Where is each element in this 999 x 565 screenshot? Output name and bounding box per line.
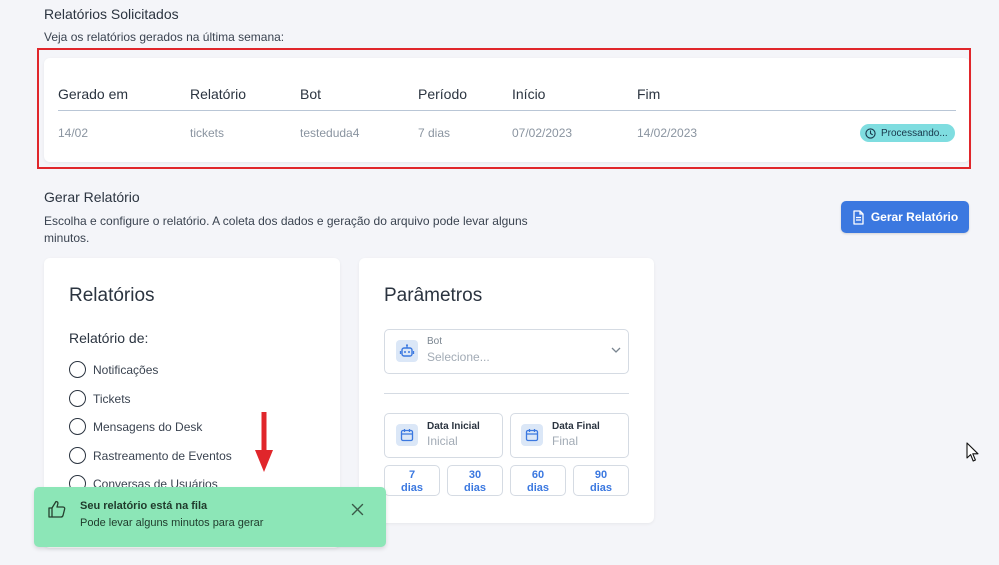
radio-button[interactable] xyxy=(69,390,86,407)
radio-option-tickets[interactable]: Tickets xyxy=(69,390,131,407)
quick-range-60-days[interactable]: 60 dias xyxy=(510,465,566,496)
radio-label: Rastreamento de Eventos xyxy=(93,448,232,463)
generate-report-button[interactable]: Gerar Relatório xyxy=(841,201,969,233)
document-icon xyxy=(853,209,864,225)
quick-range-number: 90 xyxy=(594,469,608,481)
generate-section-subtitle-1: Escolha e configure o relatório. A colet… xyxy=(44,214,528,228)
quick-range-unit: dias xyxy=(526,482,549,494)
chevron-down-icon[interactable] xyxy=(611,347,621,354)
calendar-icon xyxy=(521,424,543,446)
generate-section-title: Gerar Relatório xyxy=(44,189,140,205)
generate-section-subtitle-2: minutos. xyxy=(44,231,90,245)
quick-range-number: 30 xyxy=(468,469,482,481)
highlight-frame xyxy=(37,48,971,169)
radio-label: Notificações xyxy=(93,362,159,377)
cursor-icon xyxy=(966,442,979,462)
reports-card-title: Relatórios xyxy=(69,285,155,306)
start-date-placeholder: Inicial xyxy=(427,434,458,448)
generate-report-button-label: Gerar Relatório xyxy=(870,210,959,224)
radio-option-rastreamento-eventos[interactable]: Rastreamento de Eventos xyxy=(69,447,232,464)
down-arrow-icon xyxy=(255,412,273,472)
quick-range-30-days[interactable]: 30 dias xyxy=(447,465,503,496)
radio-option-notificacoes[interactable]: Notificações xyxy=(69,361,158,378)
requested-section-title: Relatórios Solicitados xyxy=(44,6,179,22)
robot-icon xyxy=(396,340,418,362)
quick-range-unit: dias xyxy=(589,482,612,494)
thumbs-up-icon xyxy=(48,500,66,518)
bot-select[interactable] xyxy=(384,329,629,374)
radio-label: Tickets xyxy=(93,391,131,406)
radio-button[interactable] xyxy=(69,418,86,435)
radio-label: Mensagens do Desk xyxy=(93,419,203,434)
report-type-label: Relatório de: xyxy=(69,330,149,346)
quick-range-90-days[interactable]: 90 dias xyxy=(573,465,629,496)
bot-select-label: Bot xyxy=(427,336,443,347)
end-date-label: Data Final xyxy=(552,421,600,432)
bot-select-placeholder: Selecione... xyxy=(427,350,490,364)
parameters-card-title: Parâmetros xyxy=(384,285,483,306)
requested-section-subtitle: Veja os relatórios gerados na última sem… xyxy=(44,30,285,44)
radio-button[interactable] xyxy=(69,447,86,464)
radio-option-mensagens-desk[interactable]: Mensagens do Desk xyxy=(69,418,202,435)
quick-range-number: 60 xyxy=(531,469,545,481)
quick-range-7-days[interactable]: 7 dias xyxy=(384,465,440,496)
parameters-divider xyxy=(384,393,629,394)
toast-message: Pode levar alguns minutos para gerar xyxy=(80,517,264,529)
start-date-label: Data Inicial xyxy=(427,421,480,432)
quick-range-number: 7 xyxy=(408,469,416,481)
close-icon[interactable] xyxy=(351,503,364,516)
end-date-placeholder: Final xyxy=(552,434,579,448)
quick-range-unit: dias xyxy=(463,482,486,494)
radio-button[interactable] xyxy=(69,361,86,378)
quick-range-unit: dias xyxy=(400,482,423,494)
calendar-icon xyxy=(396,424,418,446)
toast-title: Seu relatório está na fila xyxy=(80,500,208,512)
